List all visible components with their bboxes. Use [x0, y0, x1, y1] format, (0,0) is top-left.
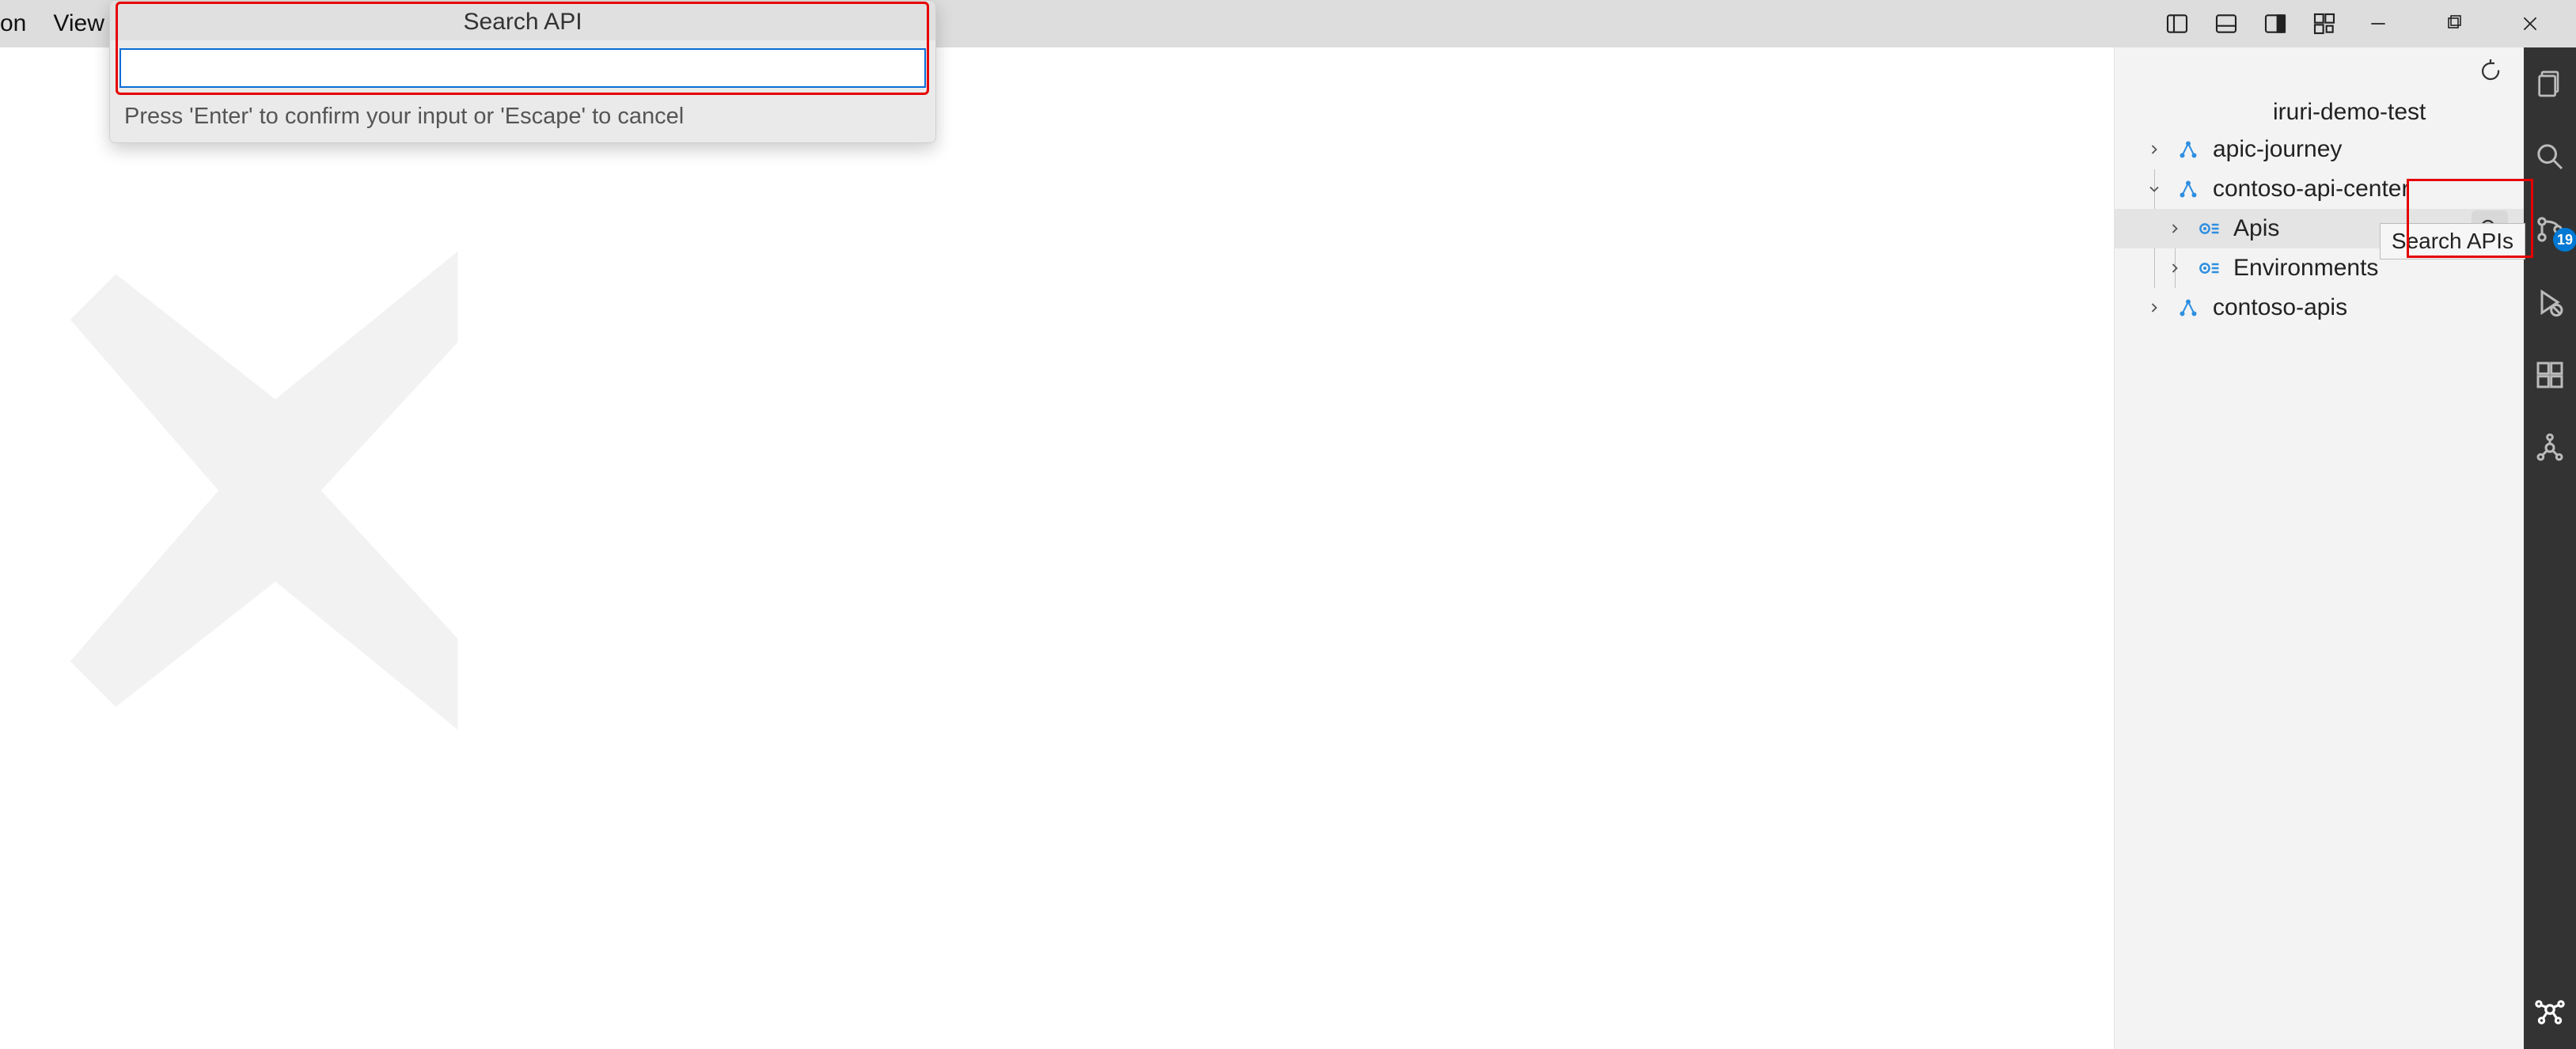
main-area: iruri-demo-test apic-journey [0, 47, 2524, 1049]
tree-item-apic-journey[interactable]: apic-journey [2115, 130, 2524, 169]
activity-azure[interactable] [2532, 430, 2567, 465]
editor-area [0, 47, 2114, 1049]
tree-item-label: contoso-apis [2213, 294, 2347, 321]
side-panel: iruri-demo-test apic-journey [2114, 47, 2524, 1049]
refresh-icon[interactable] [2476, 57, 2505, 85]
activity-bar: 19 [2524, 47, 2576, 1049]
tree-item-label: Environments [2233, 255, 2378, 282]
toggle-primary-sidebar-icon[interactable] [2163, 9, 2191, 38]
graph-icon [2175, 294, 2202, 321]
tree-item-contoso-apis[interactable]: contoso-apis [2115, 288, 2524, 328]
gear-list-icon [2195, 215, 2222, 242]
toggle-panel-icon[interactable] [2212, 9, 2240, 38]
activity-source-control[interactable]: 19 [2532, 212, 2567, 247]
toggle-secondary-sidebar-icon[interactable] [2261, 9, 2290, 38]
customize-layout-icon[interactable] [2310, 9, 2339, 38]
layout-controls [2163, 9, 2339, 38]
menu-item-view[interactable]: View [53, 10, 104, 37]
maximize-button[interactable] [2440, 9, 2468, 38]
tooltip-search-apis: Search APIs [2380, 223, 2525, 259]
activity-api-center[interactable] [2532, 992, 2567, 1027]
tree-item-contoso-api-center[interactable]: contoso-api-center [2115, 169, 2524, 209]
activity-run-debug[interactable] [2532, 285, 2567, 320]
chevron-down-icon [2145, 180, 2164, 199]
tree-item-label: Apis [2233, 215, 2279, 242]
side-panel-title-fragment: iruri-demo-test [2115, 95, 2524, 130]
graph-icon [2175, 136, 2202, 163]
chevron-right-icon [2165, 219, 2184, 238]
gear-list-icon [2195, 255, 2222, 282]
minimize-button[interactable] [2364, 9, 2392, 38]
quick-input-field[interactable] [120, 48, 926, 88]
close-button[interactable] [2516, 9, 2544, 38]
quick-input-widget: Search API Press 'Enter' to confirm your… [109, 0, 936, 143]
vscode-logo-watermark [47, 206, 617, 775]
window-controls [2364, 9, 2544, 38]
tree-item-label: contoso-api-center [2213, 176, 2409, 203]
quick-input-hint: Press 'Enter' to confirm your input or '… [110, 96, 935, 142]
chevron-right-icon [2145, 140, 2164, 159]
source-control-badge: 19 [2553, 228, 2576, 252]
activity-search[interactable] [2532, 139, 2567, 174]
activity-explorer[interactable] [2532, 66, 2567, 101]
quick-input-title: Search API [110, 1, 935, 40]
graph-icon [2175, 176, 2202, 203]
activity-extensions[interactable] [2532, 358, 2567, 392]
side-panel-header [2115, 47, 2524, 95]
chevron-right-icon [2165, 259, 2184, 278]
chevron-right-icon [2145, 298, 2164, 317]
menu-item-fragment-1[interactable]: on [0, 10, 26, 37]
tree-item-label: apic-journey [2213, 136, 2342, 163]
